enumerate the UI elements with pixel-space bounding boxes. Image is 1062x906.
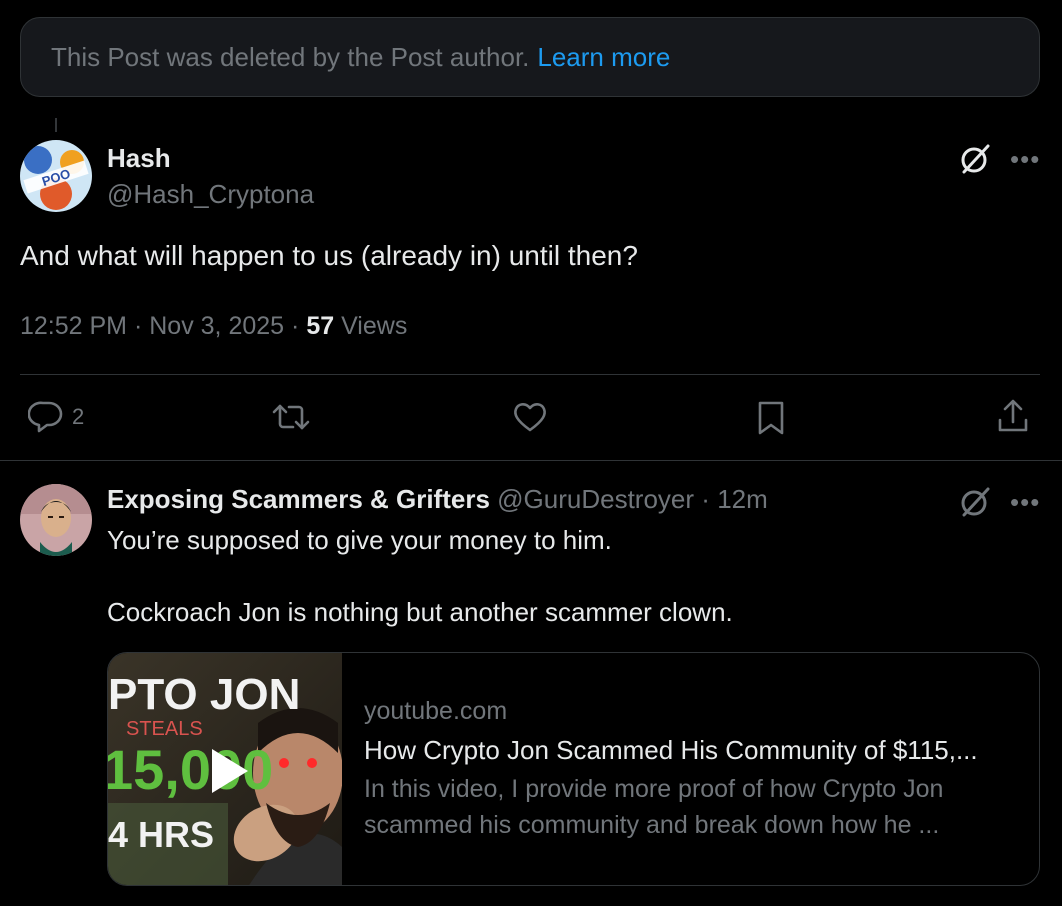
card-domain: youtube.com [364,697,508,725]
more-icon[interactable]: ••• [1010,146,1040,172]
reply-button[interactable]: 2 [28,400,84,434]
repost-button[interactable] [272,400,310,434]
learn-more-link[interactable]: Learn more [537,42,670,73]
grok-icon[interactable] [958,485,992,519]
card-description-line1: In this video, I provide more proof of h… [364,775,944,803]
thread-connector [55,118,57,132]
bookmark-button[interactable] [756,400,786,436]
reply-avatar-image [20,484,92,556]
reply-avatar[interactable] [20,484,92,556]
thumb-title: PTO JON [108,670,300,719]
reply-text-line2: Cockroach Jon is nothing but another sca… [107,597,733,627]
post-time[interactable]: 12:52 PM [20,312,127,340]
views-count: 57 [306,312,335,340]
card-description-line2: scammed his community and break down how… [364,811,940,839]
meta-separator: · [701,484,718,514]
meta-separator: · [133,312,150,340]
share-button[interactable] [996,398,1030,434]
avatar[interactable]: POO [20,140,92,212]
like-icon [514,403,546,432]
deleted-post-notice: This Post was deleted by the Post author… [20,17,1040,97]
more-icon[interactable]: ••• [1010,489,1040,515]
share-icon [998,399,1028,432]
like-button[interactable] [512,400,548,434]
post-meta: 12:52 PM · Nov 3, 2025 · 57 Views [20,312,407,341]
reply-icon [28,401,63,433]
thumb-hours: 4 HRS [108,814,214,855]
reply-count: 2 [72,404,85,429]
repost-icon [272,404,310,430]
link-card[interactable]: PTO JON STEALS 15,000 4 HRS youtube.com … [107,652,1040,886]
divider [20,374,1040,375]
divider [0,460,1062,461]
author-handle[interactable]: @Hash_Cryptona [107,179,314,210]
reply-author-name[interactable]: Exposing Scammers & Grifters [107,484,490,514]
card-title: How Crypto Jon Scammed His Community of … [364,735,978,765]
reply-author-handle[interactable]: @GuruDestroyer [497,484,694,514]
thumb-subtitle: STEALS [126,718,203,740]
post-date[interactable]: Nov 3, 2025 [149,312,284,340]
bookmark-icon [758,401,784,435]
author-name[interactable]: Hash [107,143,171,174]
views-label: Views [341,312,408,340]
post-text: And what will happen to us (already in) … [20,240,638,271]
reply-header: Exposing Scammers & Grifters @GuruDestro… [107,484,768,515]
thumb-amount: 15,000 [108,738,273,801]
reply-time[interactable]: 12m [717,484,768,514]
video-thumbnail[interactable]: PTO JON STEALS 15,000 4 HRS [108,653,342,886]
deleted-notice-text: This Post was deleted by the Post author… [51,41,530,72]
avatar-image: POO [20,140,92,212]
meta-separator: · [291,312,307,340]
reply-text-line1: You’re supposed to give your money to hi… [107,525,612,555]
grok-icon[interactable] [958,142,992,176]
